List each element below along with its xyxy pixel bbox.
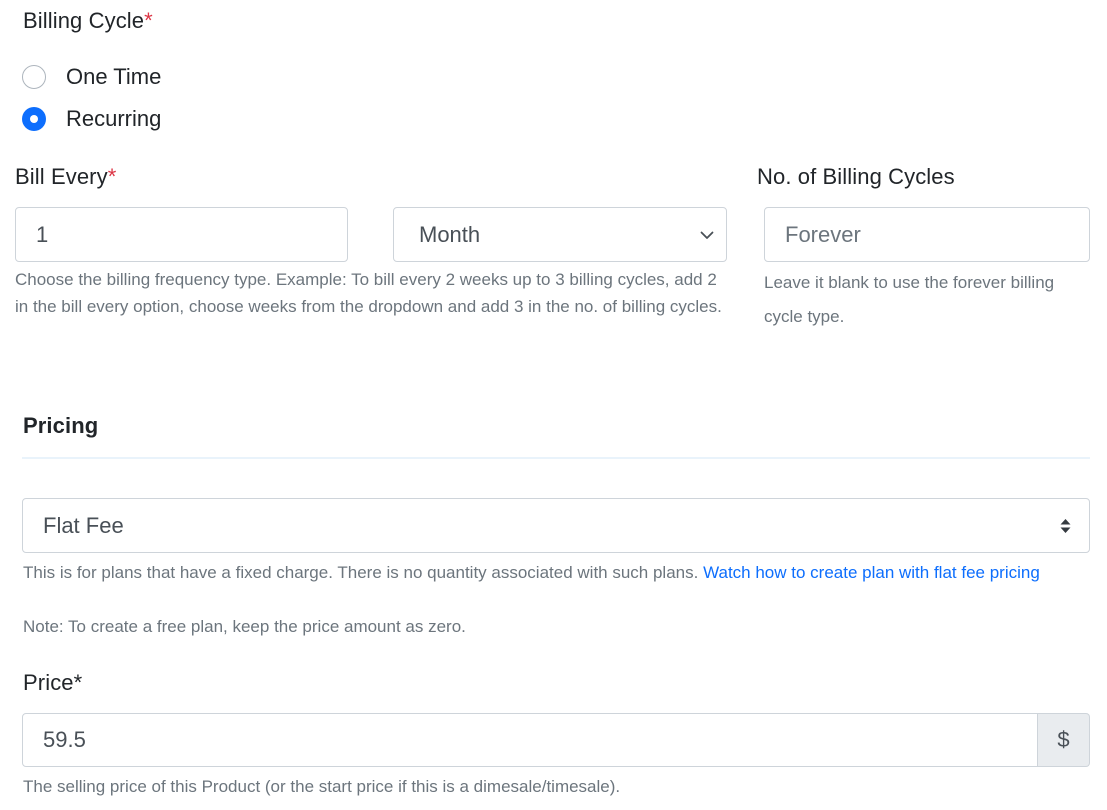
radio-recurring-label[interactable]: Recurring bbox=[66, 106, 161, 132]
bill-every-label-text: Bill Every bbox=[15, 164, 108, 189]
pricing-title: Pricing bbox=[23, 413, 99, 438]
bill-every-unit-value: Month bbox=[419, 221, 481, 247]
bill-every-input[interactable]: 1 bbox=[15, 207, 348, 262]
price-label: Price* bbox=[23, 670, 83, 695]
bill-every-unit-select[interactable]: Month bbox=[393, 207, 727, 262]
bill-every-help: Choose the billing frequency type. Examp… bbox=[15, 270, 722, 316]
bill-every-label: Bill Every* bbox=[15, 164, 116, 190]
flat-fee-video-link[interactable]: Watch how to create plan with flat fee p… bbox=[703, 563, 1040, 582]
billing-cycle-label: Billing Cycle* bbox=[23, 8, 153, 34]
billing-cycles-count-input[interactable]: Forever bbox=[764, 207, 1090, 262]
billing-cycles-count-label: No. of Billing Cycles bbox=[757, 164, 955, 189]
radio-one-time[interactable]: One Time bbox=[22, 64, 161, 90]
pricing-model-value: Flat Fee bbox=[43, 512, 124, 538]
chevron-down-icon bbox=[700, 231, 714, 239]
pricing-help-text: This is for plans that have a fixed char… bbox=[23, 563, 699, 582]
price-input[interactable]: 59.5 bbox=[22, 713, 1038, 767]
radio-recurring[interactable]: Recurring bbox=[22, 106, 161, 132]
pricing-divider bbox=[22, 457, 1090, 459]
required-mark: * bbox=[107, 164, 117, 189]
currency-symbol: $ bbox=[1057, 727, 1070, 752]
radio-recurring-control[interactable] bbox=[22, 107, 46, 131]
required-mark: * bbox=[144, 8, 153, 33]
radio-one-time-label[interactable]: One Time bbox=[66, 64, 161, 90]
select-updown-icon bbox=[1060, 518, 1071, 533]
price-value: 59.5 bbox=[43, 727, 86, 752]
currency-addon: $ bbox=[1038, 713, 1090, 767]
price-help: The selling price of this Product (or th… bbox=[23, 777, 621, 796]
pricing-help: This is for plans that have a fixed char… bbox=[23, 559, 1088, 586]
radio-one-time-control[interactable] bbox=[22, 65, 46, 89]
pricing-note: Note: To create a free plan, keep the pr… bbox=[23, 617, 466, 636]
billing-cycles-count-help: Leave it blank to use the forever billin… bbox=[764, 273, 1055, 326]
billing-cycles-count-placeholder: Forever bbox=[785, 221, 861, 247]
bill-every-value: 1 bbox=[36, 221, 49, 247]
billing-cycle-label-text: Billing Cycle bbox=[23, 8, 145, 33]
pricing-model-select[interactable]: Flat Fee bbox=[22, 498, 1090, 553]
